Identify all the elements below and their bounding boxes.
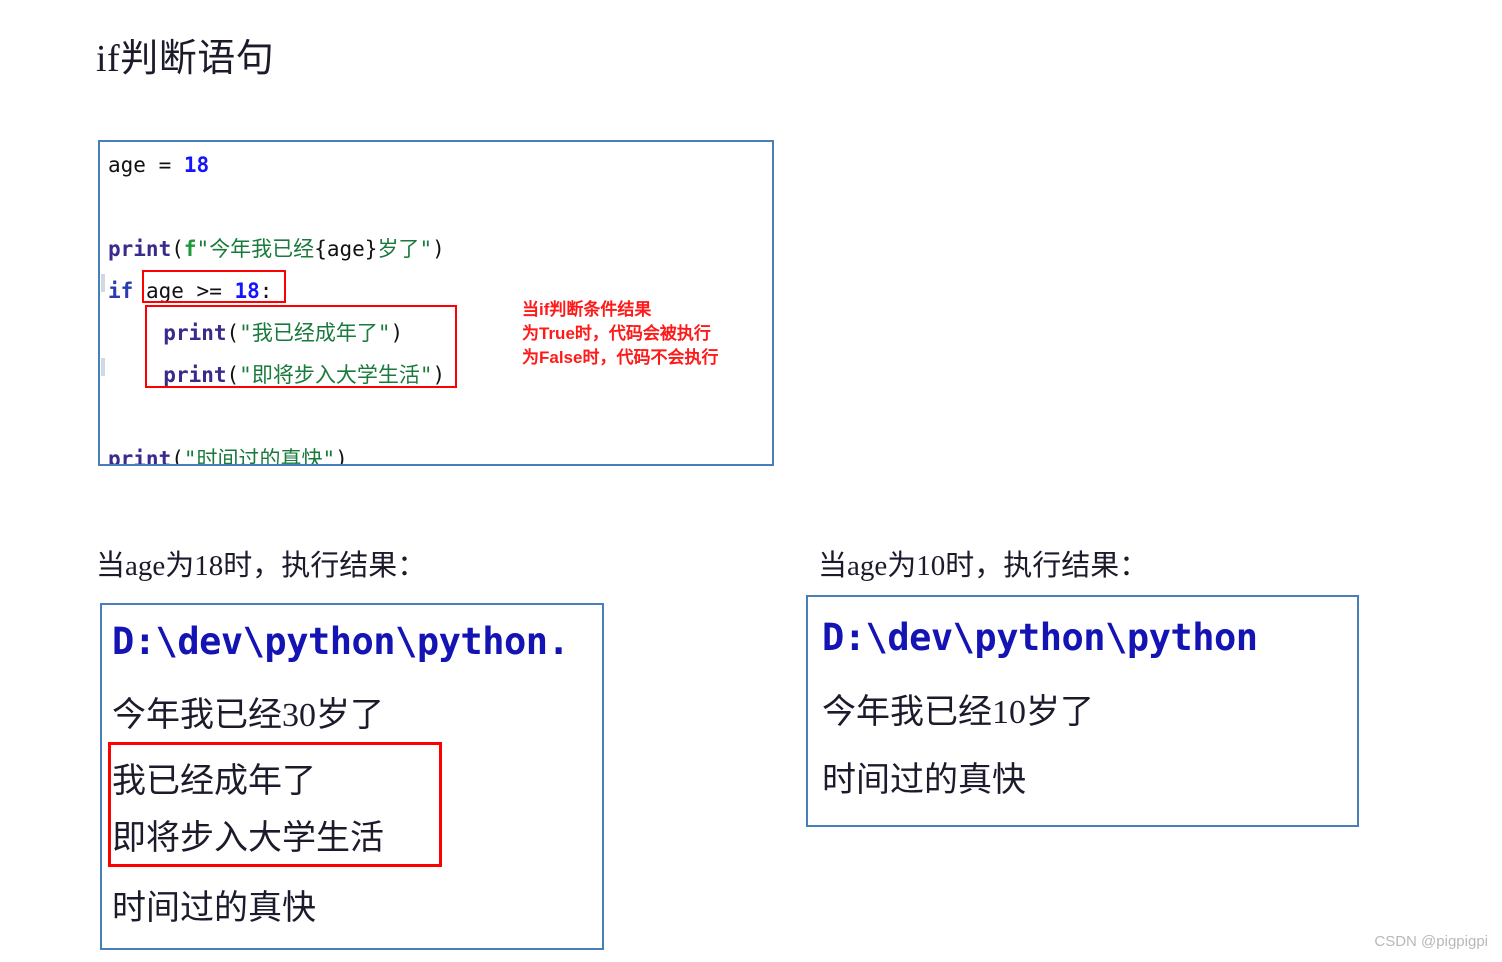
code-token-interpolated-expr: age [326,237,365,261]
code-token-function: print [108,447,172,466]
code-token-paren-close: ) [335,447,348,466]
code-token-condition-operator: >= [196,279,222,303]
code-token-number: 18 [183,153,210,177]
code-token-paren-close: ) [432,363,446,387]
result-caption-age-18: 当age为18时，执行结果： [96,550,427,582]
result-caption-age-10: 当age为10时，执行结果： [818,550,1149,582]
code-line-print-adult: print("我已经成年了") [138,312,403,354]
code-token-indent [138,321,163,345]
console-line: 今年我已经10岁了 [822,694,1094,731]
code-line-print-age: print(f"今年我已经{age}岁了") [108,228,445,270]
code-token-paren-close: ) [390,321,404,345]
code-fold-marker-icon [101,274,105,292]
console-line: 我已经成年了 [112,763,316,800]
code-token-if-keyword: if [108,279,134,303]
code-token-string: "即将步入大学生活" [239,363,433,387]
code-token-fstring-prefix: f [183,237,197,261]
code-token-paren-open: ( [171,237,184,261]
console-output-body: D:\dev\python\python 今年我已经10岁了 时间过的真快 [808,597,1357,825]
code-token-function: print [108,237,172,261]
code-token-condition-left: age [145,279,184,303]
watermark: CSDN @pigpigpi [1374,933,1488,950]
console-line-interpreter-path: D:\dev\python\python [822,616,1258,659]
code-token-colon: : [259,279,273,303]
annotation-line-3: 为False时，代码不会执行 [522,348,719,367]
console-line: 时间过的真快 [112,890,316,927]
console-line: 即将步入大学生活 [112,820,384,857]
console-output-age-18: D:\dev\python\python. 今年我已经30岁了 我已经成年了 即… [100,603,604,950]
code-token-condition-right: 18 [234,279,260,303]
console-line: 时间过的真快 [822,762,1026,799]
console-output-age-10: D:\dev\python\python 今年我已经10岁了 时间过的真快 [806,595,1359,827]
code-token-function: print [163,363,227,387]
code-token-string-part: 岁了 [377,237,420,261]
code-line-assignment: age = 18 [108,144,209,186]
page-title: if判断语句 [96,38,275,80]
code-token-string-part: 今年我已经 [209,237,315,261]
code-token-string: "我已经成年了" [239,321,391,345]
code-token-string: "时间过的真快" [183,447,336,466]
code-token-paren-close: ) [432,237,445,261]
annotation-note: 当if判断条件结果 为True时，代码会被执行 为False时，代码不会执行 [522,298,718,370]
code-token-quote-close: " [419,237,433,261]
console-line: 今年我已经30岁了 [112,697,384,734]
code-token-operator: = [158,153,172,177]
code-token-paren-open: ( [171,447,184,466]
code-line-print-college: print("即将步入大学生活") [138,354,445,396]
code-token-paren-open: ( [226,363,240,387]
code-token-indent [138,363,163,387]
code-token-quote-open: " [196,237,210,261]
code-token-paren-open: ( [226,321,240,345]
code-line-if-statement: if age >= 18: [108,270,272,312]
annotation-line-2: 为True时，代码会被执行 [522,324,711,343]
code-token-brace-close: } [364,237,378,261]
code-line-print-time: print("时间过的真快") [108,438,348,466]
console-line-interpreter-path: D:\dev\python\python. [112,620,570,663]
code-token-variable: age [108,153,146,177]
console-output-body: D:\dev\python\python. 今年我已经30岁了 我已经成年了 即… [102,605,602,948]
code-token-brace-open: { [314,237,327,261]
annotation-line-1: 当if判断条件结果 [522,300,652,319]
code-token-function: print [163,321,227,345]
code-fold-marker-icon [101,358,105,376]
